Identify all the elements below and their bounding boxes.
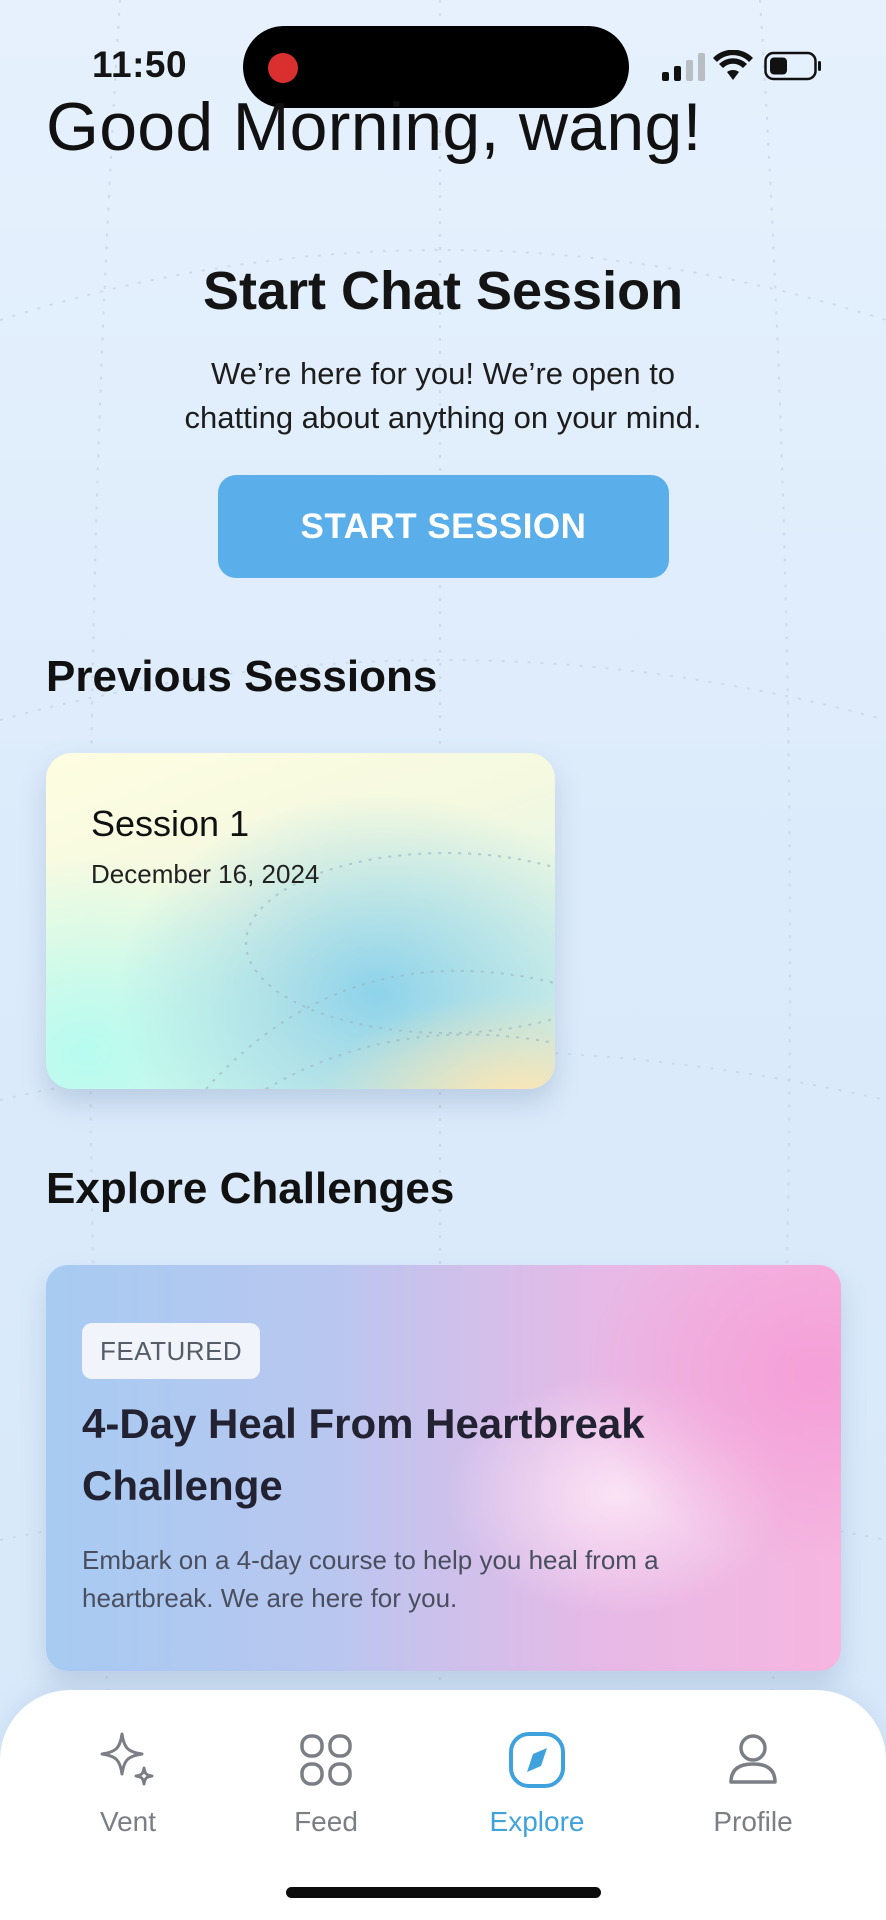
wifi-icon xyxy=(713,50,753,80)
home-indicator xyxy=(286,1887,601,1898)
tab-explore[interactable]: Explore xyxy=(457,1730,617,1838)
tab-profile[interactable]: Profile xyxy=(673,1730,833,1838)
subtitle-line: chatting about anything on your mind. xyxy=(184,400,702,435)
chat-session-title: Start Chat Session xyxy=(202,261,684,321)
sparkle-icon xyxy=(100,1732,154,1786)
previous-sessions-heading: Previous Sessions xyxy=(46,652,438,701)
subtitle-line: We’re here for you! We’re open to xyxy=(210,356,676,391)
grid-icon xyxy=(300,1734,352,1786)
chat-session-subtitle: We’re here for you! We’re open to chatti… xyxy=(143,352,743,440)
tab-feed[interactable]: Feed xyxy=(246,1730,406,1838)
tab-label: Feed xyxy=(294,1806,358,1837)
battery-icon xyxy=(764,51,821,81)
session-name: Session 1 xyxy=(91,803,250,844)
tab-label: Profile xyxy=(713,1806,793,1837)
compass-icon xyxy=(509,1732,565,1788)
person-icon xyxy=(729,1734,777,1784)
tab-label: Explore xyxy=(489,1806,585,1837)
start-session-button[interactable]: START SESSION xyxy=(218,475,669,578)
featured-challenge-card[interactable]: FEATURED 4-Day Heal From Heartbreak Chal… xyxy=(46,1265,841,1671)
explore-challenges-heading: Explore Challenges xyxy=(46,1164,455,1213)
bottom-tab-bar: Vent Feed Explore Profile xyxy=(0,1690,886,1920)
challenge-description: Embark on a 4-day course to help you hea… xyxy=(82,1545,659,1613)
tab-vent[interactable]: Vent xyxy=(48,1730,208,1838)
greeting-heading: Good Morning, wang! xyxy=(46,89,702,165)
session-date: December 16, 2024 xyxy=(91,859,320,889)
recording-indicator-icon xyxy=(268,53,298,83)
cellular-signal-icon xyxy=(662,53,705,81)
status-time: 11:50 xyxy=(92,44,188,85)
session-card[interactable]: Session 1 December 16, 2024 xyxy=(46,753,555,1089)
tab-label: Vent xyxy=(99,1806,157,1837)
featured-badge: FEATURED xyxy=(82,1323,261,1379)
challenge-title: 4-Day Heal From Heartbreak Challenge xyxy=(82,1400,645,1509)
